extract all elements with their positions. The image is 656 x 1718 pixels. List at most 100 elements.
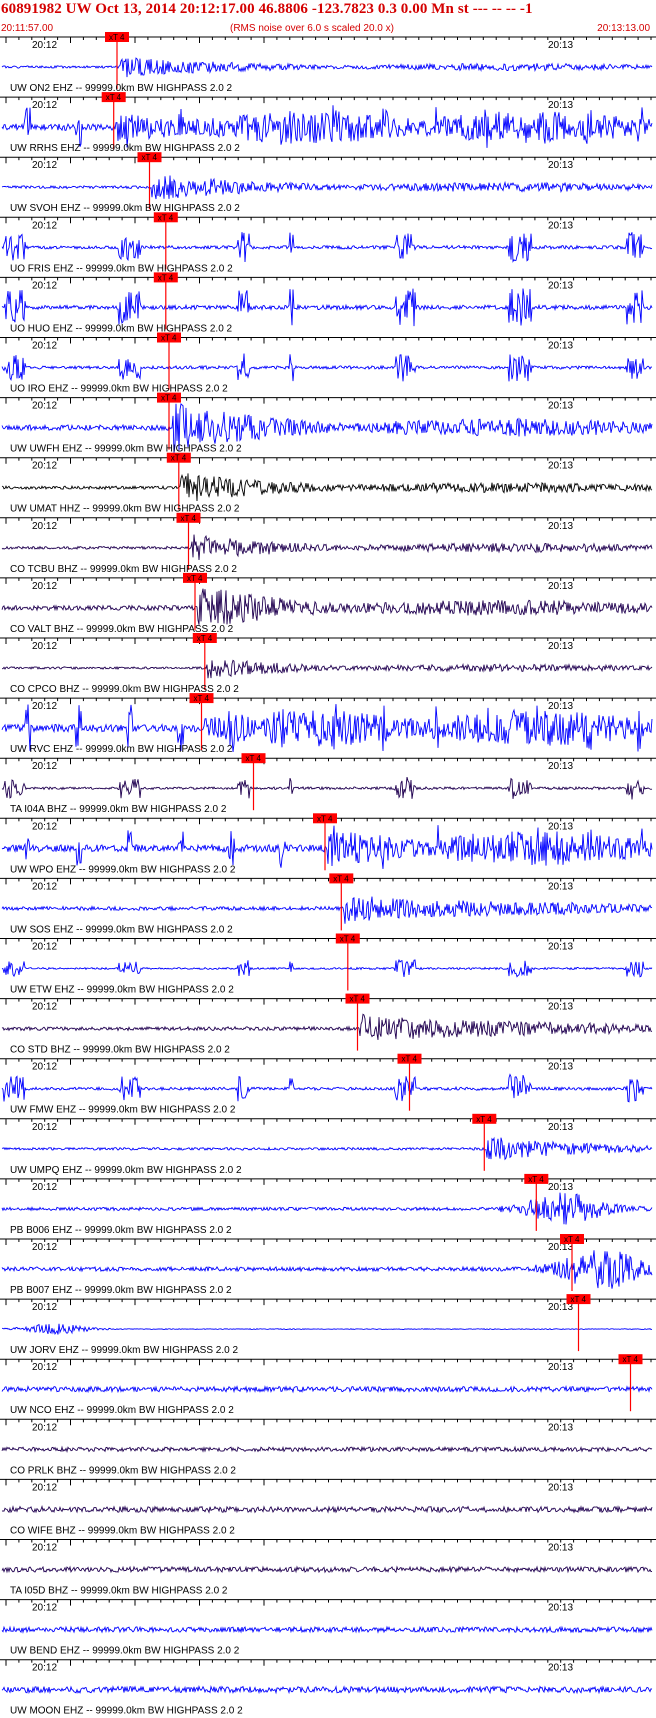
trace-19: 20:12 20:13xT 4UW UMPQ EHZ -- 99999.0km B… xyxy=(0,1113,656,1176)
trace-13: 20:12 20:13xT 4TA I04A BHZ -- 99999.0km B… xyxy=(0,753,656,815)
time-label-right: 20:13 xyxy=(548,1122,573,1133)
station-label: UO HUO EHZ -- 99999.0km BW HIGHPASS 2.0 … xyxy=(10,323,233,334)
waveform xyxy=(1,1384,653,1394)
trace-18: 20:12 20:13xT 4UW FMW EHZ -- 99999.0km BW… xyxy=(0,1053,656,1116)
trace-16: 20:12 20:13xT 4UW ETW EHZ -- 99999.0km BW… xyxy=(0,933,656,996)
station-label: UW SVOH EHZ -- 99999.0km BW HIGHPASS 2.0… xyxy=(10,203,240,214)
time-label-right: 20:13 xyxy=(548,401,573,412)
seismogram-panel: 20:12 20:13xT 4UW ON2 EHZ -- 99999.0km BW… xyxy=(0,32,656,1717)
waveform xyxy=(1,1505,653,1514)
time-label-right: 20:13 xyxy=(548,100,573,111)
station-label: UW RRHS EHZ -- 99999.0km BW HIGHPASS 2.0… xyxy=(10,143,240,154)
time-label-right: 20:13 xyxy=(548,641,573,652)
time-label-right: 20:13 xyxy=(548,1182,573,1193)
trace-12: 20:12 20:13xT 4UW RVC EHZ -- 99999.0km BW… xyxy=(0,693,656,755)
station-label: TA I05D BHZ -- 99999.0km BW HIGHPASS 2.0… xyxy=(10,1586,228,1597)
waveform xyxy=(1,1445,653,1453)
waveform xyxy=(1,1073,653,1103)
time-label-left: 20:12 xyxy=(32,881,57,892)
station-label: PB B006 EHZ -- 99999.0km BW HIGHPASS 2.0… xyxy=(10,1225,232,1236)
time-label-right: 20:13 xyxy=(548,280,573,291)
time-label-right: 20:13 xyxy=(548,1663,573,1674)
time-label-left: 20:12 xyxy=(32,1422,57,1433)
waveform xyxy=(1,1192,653,1225)
time-label-right: 20:13 xyxy=(548,461,573,472)
time-label-left: 20:12 xyxy=(32,220,57,231)
time-label-left: 20:12 xyxy=(32,1182,57,1193)
time-label-right: 20:13 xyxy=(548,1543,573,1554)
station-label: UW ETW EHZ -- 99999.0km BW HIGHPASS 2.0 … xyxy=(10,985,234,996)
trace-10: 20:12 20:13xT 4CO VALT BHZ -- 99999.0km B… xyxy=(0,572,656,635)
trace-8: 20:12 20:13xT 4UW UMAT HHZ -- 99999.0km B… xyxy=(0,452,656,515)
trace-5: 20:12 20:13xT 4UO HUO EHZ -- 99999.0km BW… xyxy=(0,272,656,334)
waveform xyxy=(1,1685,653,1695)
time-label-left: 20:12 xyxy=(32,1002,57,1013)
waveform xyxy=(1,353,652,382)
time-label-left: 20:12 xyxy=(32,761,57,772)
trace-14: 20:12 20:13xT 4UW WPO EHZ -- 99999.0km BW… xyxy=(0,813,656,875)
trace-27: 20:12 20:13 UW BEND EHZ -- 99999.0km BW HI… xyxy=(0,1599,656,1657)
time-label-right: 20:13 xyxy=(548,1062,573,1073)
time-label-left: 20:12 xyxy=(32,341,57,352)
trace-7: 20:12 20:13xT 4UW UWFH EHZ -- 99999.0km B… xyxy=(0,392,656,455)
time-label-right: 20:13 xyxy=(548,220,573,231)
waveform xyxy=(1,1250,653,1289)
trace-28: 20:12 20:13 UW MOON EHZ -- 99999.0km BW HI… xyxy=(0,1659,656,1717)
station-label: UO IRO EHZ -- 99999.0km BW HIGHPASS 2.0 … xyxy=(10,384,228,395)
station-label: UW UWFH EHZ -- 99999.0km BW HIGHPASS 2.0… xyxy=(10,444,242,455)
waveform xyxy=(1,776,653,800)
time-label-left: 20:12 xyxy=(32,461,57,472)
station-label: UO FRIS EHZ -- 99999.0km BW HIGHPASS 2.0… xyxy=(10,263,233,274)
time-label-left: 20:12 xyxy=(32,280,57,291)
trace-9: 20:12 20:13xT 4CO TCBU BHZ -- 99999.0km B… xyxy=(0,512,656,575)
time-label-left: 20:12 xyxy=(32,1242,57,1253)
trace-15: 20:12 20:13xT 4UW SOS EHZ -- 99999.0km BW… xyxy=(0,873,656,935)
time-label-left: 20:12 xyxy=(32,581,57,592)
station-label: CO PRLK BHZ -- 99999.0km BW HIGHPASS 2.0… xyxy=(10,1465,236,1476)
waveform xyxy=(1,1323,653,1336)
time-label-right: 20:13 xyxy=(548,40,573,51)
time-label-left: 20:12 xyxy=(32,160,57,171)
time-label-right: 20:13 xyxy=(548,160,573,171)
waveform xyxy=(1,1013,653,1040)
waveform xyxy=(1,1565,653,1574)
time-label-left: 20:12 xyxy=(32,401,57,412)
waveform xyxy=(1,288,653,327)
waveform xyxy=(1,175,653,200)
time-label-right: 20:13 xyxy=(548,942,573,953)
time-label-left: 20:12 xyxy=(32,1122,57,1133)
waveform xyxy=(1,896,653,924)
time-label-right: 20:13 xyxy=(548,1482,573,1493)
station-label: CO STD BHZ -- 99999.0km BW HIGHPASS 2.0 … xyxy=(10,1045,230,1056)
station-label: UW UMPQ EHZ -- 99999.0km BW HIGHPASS 2.0… xyxy=(10,1165,242,1176)
time-label-left: 20:12 xyxy=(32,641,57,652)
time-label-right: 20:13 xyxy=(548,521,573,532)
waveform xyxy=(2,659,653,679)
station-label: UW RVC EHZ -- 99999.0km BW HIGHPASS 2.0 … xyxy=(10,744,233,755)
trace-2: 20:12 20:13xT 4UW RRHS EHZ -- 99999.0km B… xyxy=(0,92,656,154)
time-label-left: 20:12 xyxy=(32,942,57,953)
trace-17: 20:12 20:13xT 4CO STD BHZ -- 99999.0km BW… xyxy=(0,993,656,1056)
time-label-left: 20:12 xyxy=(32,1543,57,1554)
time-label-left: 20:12 xyxy=(32,40,57,51)
station-label: UW NCO EHZ -- 99999.0km BW HIGHPASS 2.0 … xyxy=(10,1405,234,1416)
station-label: CO WIFE BHZ -- 99999.0km BW HIGHPASS 2.0… xyxy=(10,1525,235,1536)
trace-11: 20:12 20:13xT 4CO CPCO BHZ -- 99999.0km B… xyxy=(0,633,656,695)
trace-3: 20:12 20:13xT 4UW SVOH EHZ -- 99999.0km B… xyxy=(0,152,656,214)
time-label-right: 20:13 xyxy=(548,1603,573,1614)
station-label: UW JORV EHZ -- 99999.0km BW HIGHPASS 2.0… xyxy=(10,1345,238,1356)
trace-23: 20:12 20:13xT 4UW NCO EHZ -- 99999.0km BW… xyxy=(0,1354,656,1416)
time-label-right: 20:13 xyxy=(548,1422,573,1433)
time-label-right: 20:13 xyxy=(548,701,573,712)
time-label-right: 20:13 xyxy=(548,581,573,592)
trace-26: 20:12 20:13 TA I05D BHZ -- 99999.0km BW HI… xyxy=(0,1539,656,1597)
waveform xyxy=(1,232,653,263)
waveform xyxy=(1,958,653,978)
trace-1: 20:12 20:13xT 4UW ON2 EHZ -- 99999.0km BW… xyxy=(0,32,656,94)
waveform xyxy=(1,534,653,561)
waveform xyxy=(1,57,653,78)
trace-21: 20:12 20:13xT 4PB B007 EHZ -- 99999.0km B… xyxy=(0,1234,656,1296)
station-label: TA I04A BHZ -- 99999.0km BW HIGHPASS 2.0… xyxy=(10,804,227,815)
time-label-right: 20:13 xyxy=(548,881,573,892)
station-label: UW SOS EHZ -- 99999.0km BW HIGHPASS 2.0 … xyxy=(10,924,233,935)
